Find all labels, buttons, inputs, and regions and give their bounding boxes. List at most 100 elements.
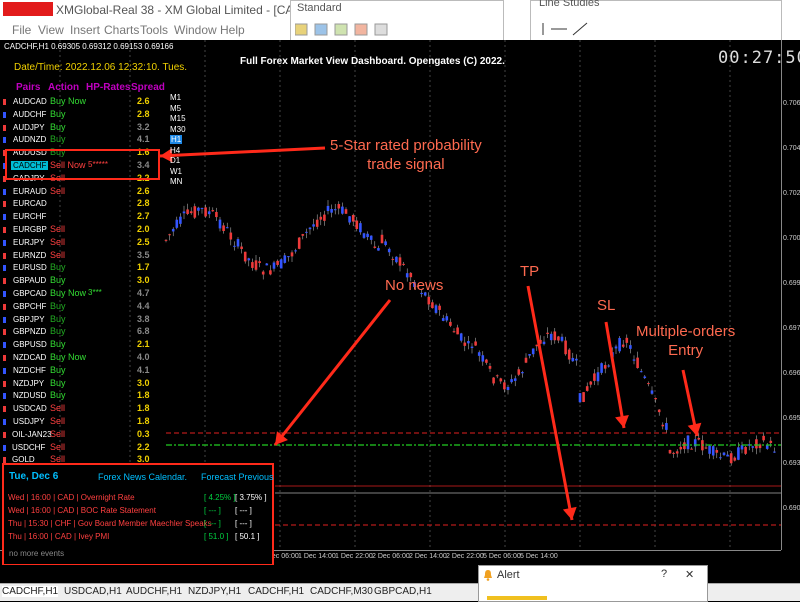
pair-eurgbp[interactable]: EURGBP bbox=[13, 225, 47, 234]
pair-gbpusd[interactable]: GBPUSD bbox=[13, 340, 47, 349]
pair-audjpy[interactable]: AUDJPY bbox=[13, 123, 45, 132]
row-marker-icon bbox=[3, 419, 6, 425]
toolbar-buttons-icon[interactable] bbox=[295, 23, 495, 37]
pair-euraud[interactable]: EURAUD bbox=[13, 187, 47, 196]
candle bbox=[315, 219, 319, 227]
row-marker-icon bbox=[3, 431, 6, 438]
header-action: Action bbox=[48, 82, 80, 93]
spread-gbpchf: 4.4 bbox=[137, 300, 150, 311]
timeframe-m5[interactable]: M5 bbox=[170, 104, 181, 113]
pair-nzdcad[interactable]: NZDCAD bbox=[13, 353, 46, 362]
candle bbox=[733, 457, 737, 461]
tab-usdcad-h1[interactable]: USDCAD,H1 bbox=[64, 586, 122, 597]
pair-audchf[interactable]: AUDCHF bbox=[13, 110, 46, 119]
line-tools-icon[interactable] bbox=[537, 21, 627, 37]
candle bbox=[233, 245, 236, 247]
spread-eurusd: 1.7 bbox=[137, 262, 150, 273]
timeframe-w1[interactable]: W1 bbox=[170, 167, 182, 176]
timeframe-m30[interactable]: M30 bbox=[170, 125, 186, 134]
pair-gbpjpy[interactable]: GBPJPY bbox=[13, 315, 45, 324]
news-no-more: no more events bbox=[9, 549, 65, 558]
candle bbox=[665, 423, 668, 430]
price-label: 0.7006 bbox=[783, 235, 800, 242]
candle bbox=[729, 453, 733, 464]
price-label: 0.6900 bbox=[783, 505, 800, 512]
menu-view[interactable]: View bbox=[38, 23, 64, 37]
candle bbox=[521, 372, 524, 374]
timeframe-d1[interactable]: D1 bbox=[170, 156, 180, 165]
menu-charts[interactable]: Charts bbox=[104, 23, 139, 37]
candle bbox=[294, 250, 297, 252]
annotation-no-news: No news bbox=[385, 277, 444, 294]
spread-oil-jan23: 0.3 bbox=[137, 428, 150, 439]
tab-audchf-h1[interactable]: AUDCHF,H1 bbox=[126, 586, 182, 597]
pair-eurjpy[interactable]: EURJPY bbox=[13, 238, 45, 247]
candle bbox=[531, 348, 535, 355]
header-hp-rates: HP-Rates bbox=[86, 82, 131, 93]
alert-close-button[interactable]: ✕ bbox=[685, 568, 694, 581]
candle bbox=[510, 379, 513, 383]
pair-eurnzd[interactable]: EURNZD bbox=[13, 251, 46, 260]
action-audnzd: Buy bbox=[50, 134, 66, 145]
timeframe-h1[interactable]: H1 bbox=[170, 135, 183, 144]
candle bbox=[211, 210, 215, 212]
pair-nzdjpy[interactable]: NZDJPY bbox=[13, 379, 44, 388]
tab-nzdjpy-h1[interactable]: NZDJPY,H1 bbox=[188, 586, 241, 597]
standard-toolbar[interactable]: Standard bbox=[290, 0, 504, 42]
candle bbox=[582, 392, 585, 402]
tp-arrow bbox=[526, 285, 574, 521]
timeframe-m15[interactable]: M15 bbox=[170, 114, 186, 123]
candle bbox=[348, 216, 351, 223]
action-nzdcad: Buy Now bbox=[50, 352, 87, 362]
pair-usdcad[interactable]: USDCAD bbox=[13, 404, 47, 413]
tab-cadchf-h1[interactable]: CADCHF,H1 bbox=[2, 586, 59, 597]
candle bbox=[575, 358, 578, 361]
menu-window[interactable]: Window bbox=[174, 23, 217, 37]
pair-eurcad[interactable]: EURCAD bbox=[13, 199, 47, 208]
pair-nzdusd[interactable]: NZDUSD bbox=[13, 391, 46, 400]
candle bbox=[499, 378, 503, 382]
header-pairs: Pairs bbox=[16, 82, 41, 93]
menu-insert[interactable]: Insert bbox=[70, 23, 100, 37]
pair-eurchf[interactable]: EURCHF bbox=[13, 212, 46, 221]
alert-window[interactable]: Alert ? ✕ bbox=[478, 565, 708, 602]
menu-file[interactable]: File bbox=[12, 23, 31, 37]
action-audcad: Buy Now bbox=[50, 96, 87, 106]
action-eurjpy: Sell bbox=[50, 236, 66, 247]
pair-audnzd[interactable]: AUDNZD bbox=[13, 135, 46, 144]
tab-gbpcad-h1[interactable]: GBPCAD,H1 bbox=[374, 586, 432, 597]
candle bbox=[711, 446, 715, 456]
row-marker-icon bbox=[3, 406, 6, 413]
pair-gbpchf[interactable]: GBPCHF bbox=[13, 302, 46, 311]
candle bbox=[513, 378, 517, 381]
pair-usdchf[interactable]: USDCHF bbox=[12, 443, 45, 452]
timeframe-h4[interactable]: H4 bbox=[170, 146, 180, 155]
pair-gbpcad[interactable]: GBPCAD bbox=[13, 289, 47, 298]
alert-help-button[interactable]: ? bbox=[661, 568, 667, 580]
candle bbox=[283, 255, 287, 263]
menu-help[interactable]: Help bbox=[220, 23, 245, 37]
row-marker-icon bbox=[3, 188, 6, 195]
pair-gbpnzd[interactable]: GBPNZD bbox=[13, 327, 46, 336]
pair-eurusd[interactable]: EURUSD bbox=[13, 263, 47, 272]
timeframe-mn[interactable]: MN bbox=[170, 177, 182, 186]
candle bbox=[647, 383, 650, 385]
pair-gbpaud[interactable]: GBPAUD bbox=[13, 276, 46, 285]
tab-cadchf-h1-2[interactable]: CADCHF,H1 bbox=[248, 586, 304, 597]
timeframe-m1[interactable]: M1 bbox=[170, 93, 181, 102]
row-marker-icon bbox=[3, 316, 6, 323]
pair-audcad[interactable]: AUDCAD bbox=[13, 97, 47, 106]
pair-oil-jan23[interactable]: OIL-JAN23 bbox=[12, 430, 52, 439]
line-studies-toolbar[interactable]: Line Studies bbox=[530, 0, 782, 42]
chart-area[interactable]: CADCHF,H1 0.69305 0.69312 0.69153 0.6916… bbox=[0, 40, 800, 565]
candle bbox=[215, 211, 218, 218]
candle bbox=[474, 341, 477, 346]
action-audjpy: Buy bbox=[50, 121, 66, 132]
pair-nzdchf[interactable]: NZDCHF bbox=[13, 366, 46, 375]
price-label: 0.6960 bbox=[783, 370, 800, 377]
menu-tools[interactable]: Tools bbox=[140, 23, 168, 37]
candle bbox=[567, 349, 571, 360]
candle bbox=[398, 257, 402, 266]
pair-usdjpy[interactable]: USDJPY bbox=[13, 417, 45, 426]
tab-cadchf-m30[interactable]: CADCHF,M30 bbox=[310, 586, 373, 597]
